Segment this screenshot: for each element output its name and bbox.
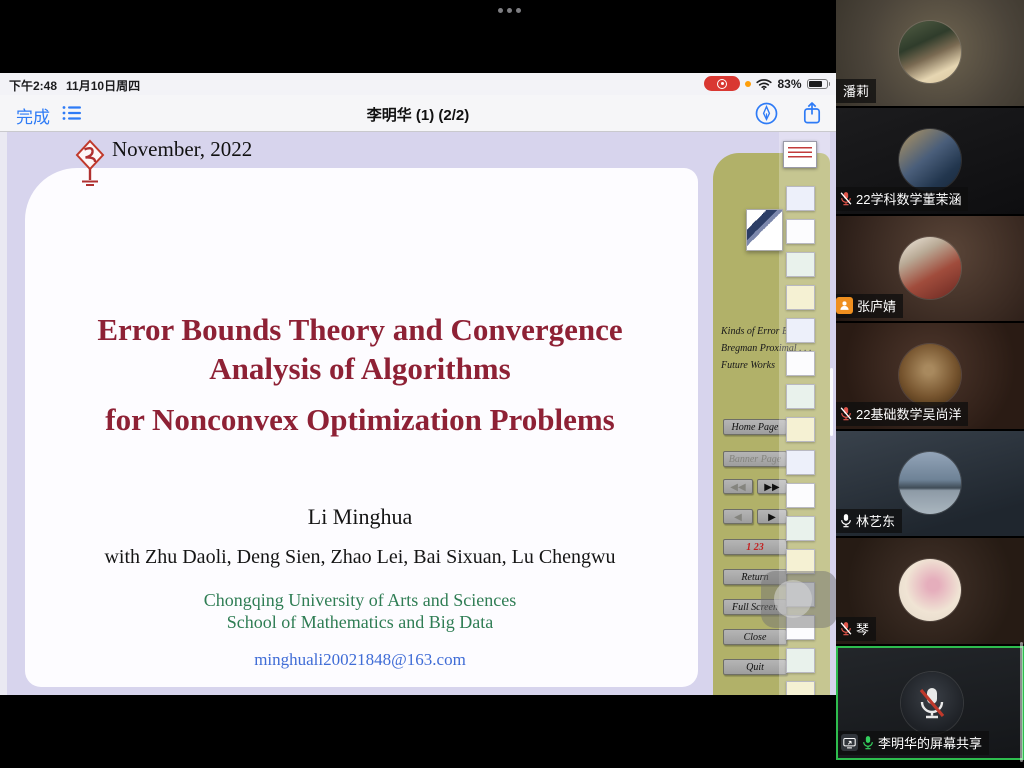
participant-tile[interactable]: 22基础数学吴尚洋	[836, 323, 1024, 429]
participant-nameplate: 张庐婧	[836, 294, 903, 318]
big-muted-mic-icon	[918, 686, 946, 720]
banner-page-button[interactable]: Banner Page	[723, 451, 787, 467]
avatar	[899, 129, 961, 191]
page-thumbnail[interactable]	[786, 186, 815, 211]
participant-tile[interactable]: 林艺东	[836, 431, 1024, 536]
participant-name: 李明华的屏幕共享	[878, 733, 982, 752]
participant-name: 张庐婧	[857, 296, 896, 315]
markup-pen-icon[interactable]	[755, 102, 778, 125]
document-title: 李明华 (1) (2/2)	[0, 104, 836, 125]
page-thumbnail[interactable]	[786, 516, 815, 541]
participant-nameplate: 李明华的屏幕共享	[838, 731, 989, 755]
battery-icon	[807, 79, 828, 89]
page-thumbnail[interactable]	[786, 648, 815, 673]
multitask-handle-icon[interactable]	[498, 8, 521, 13]
page-thumbnail[interactable]	[786, 384, 815, 409]
close-button[interactable]: Close	[723, 629, 787, 645]
home-page-button[interactable]: Home Page	[723, 419, 787, 435]
mic-on-icon	[840, 513, 852, 528]
quit-button[interactable]: Quit	[723, 659, 787, 675]
mic-on-icon	[862, 735, 874, 750]
avatar	[899, 344, 961, 406]
participant-name: 林艺东	[856, 511, 895, 530]
avatar	[899, 452, 961, 514]
clock-text: 下午2:48	[9, 77, 57, 94]
avatar	[899, 21, 961, 83]
page-thumbnail[interactable]	[786, 417, 815, 442]
participant-tile-screen-share[interactable]: 李明华的屏幕共享	[836, 646, 1024, 760]
screen: 下午2:48 11月10日周四 83% 完成	[0, 0, 1024, 768]
page-thumbnail[interactable]	[786, 351, 815, 376]
participant-tile[interactable]: 潘莉	[836, 0, 1024, 106]
share-icon[interactable]	[802, 101, 822, 125]
thumbnail-scrollbar[interactable]	[830, 368, 833, 436]
outline-list-icon[interactable]	[62, 105, 82, 126]
participant-nameplate: 林艺东	[836, 509, 902, 533]
muted-mic-icon	[840, 191, 852, 206]
muted-mic-icon	[840, 406, 852, 421]
battery-percent-text: 83%	[777, 77, 801, 91]
member-person-icon	[836, 297, 853, 314]
done-button[interactable]: 完成	[16, 103, 50, 128]
slide-affiliation-2: School of Mathematics and Big Data	[28, 612, 692, 633]
avatar	[899, 559, 961, 621]
pdf-toolbar: 完成 李明华 (1) (2/2)	[0, 95, 836, 132]
participant-name: 22学科数学董茉涵	[856, 189, 961, 208]
slide-title-part2: for Nonconvex Optimization Problems	[28, 400, 692, 439]
participant-nameplate: 琴	[836, 617, 876, 641]
page-thumbnail[interactable]	[786, 681, 815, 695]
avatar	[899, 237, 961, 299]
rewind-button[interactable]: ◀◀	[723, 479, 753, 494]
slide-title-part1: Error Bounds Theory and Convergence Anal…	[28, 310, 692, 388]
prev-page-button[interactable]: ◀	[723, 509, 753, 524]
page-thumbnail-large[interactable]	[746, 209, 783, 251]
participant-name: 22基础数学吴尚洋	[856, 404, 961, 423]
slide-presenter: Li Minghua	[28, 504, 692, 530]
status-bar: 下午2:48 11月10日周四 83%	[0, 73, 836, 95]
participant-nameplate: 22学科数学董茉涵	[836, 187, 968, 211]
viewer-edge	[0, 132, 7, 695]
screen-share-icon	[841, 734, 858, 751]
participant-tile[interactable]: 22学科数学董茉涵	[836, 108, 1024, 214]
conference-logo-icon	[74, 139, 106, 192]
participants-scrollbar[interactable]	[1020, 642, 1023, 762]
page-thumbnail[interactable]	[786, 450, 815, 475]
participants-panel: 潘莉 22学科数学董茉涵 张庐婧	[836, 0, 1024, 768]
slide-email-link[interactable]: minghuali20021848@163.com	[28, 650, 692, 670]
slide-date: November, 2022	[112, 137, 252, 162]
page-thumbnail[interactable]	[786, 483, 815, 508]
page-thumbnail-current[interactable]	[783, 141, 817, 168]
participant-name: 潘莉	[843, 81, 869, 100]
screen-share-view: 下午2:48 11月10日周四 83% 完成	[0, 73, 836, 695]
recording-indicator-icon[interactable]	[704, 76, 740, 91]
slide-coauthors: with Zhu Daoli, Deng Sien, Zhao Lei, Bai…	[28, 546, 692, 569]
participant-tile[interactable]: 张庐婧	[836, 216, 1024, 321]
page-thumbnail[interactable]	[786, 252, 815, 277]
date-text: 11月10日周四	[66, 77, 140, 94]
nav-link-future-works[interactable]: Future Works	[721, 360, 775, 371]
wifi-icon	[756, 78, 772, 90]
page-thumbnail[interactable]	[786, 318, 815, 343]
avatar	[901, 672, 963, 734]
participant-nameplate: 潘莉	[836, 79, 876, 103]
page-thumbnail[interactable]	[786, 219, 815, 244]
page-thumbnail[interactable]	[786, 285, 815, 310]
pdf-page-view: November, 2022 Error Bounds Theory and C…	[0, 132, 836, 695]
slide-affiliation-1: Chongqing University of Arts and Science…	[28, 590, 692, 611]
participant-tile[interactable]: 琴	[836, 538, 1024, 644]
mic-in-use-dot-icon	[745, 81, 751, 87]
page-indicator-button[interactable]: 1 23	[723, 539, 787, 555]
participant-name: 琴	[856, 619, 869, 638]
floating-widget[interactable]	[761, 571, 836, 628]
participant-nameplate: 22基础数学吴尚洋	[836, 402, 968, 426]
muted-mic-icon	[840, 621, 852, 636]
